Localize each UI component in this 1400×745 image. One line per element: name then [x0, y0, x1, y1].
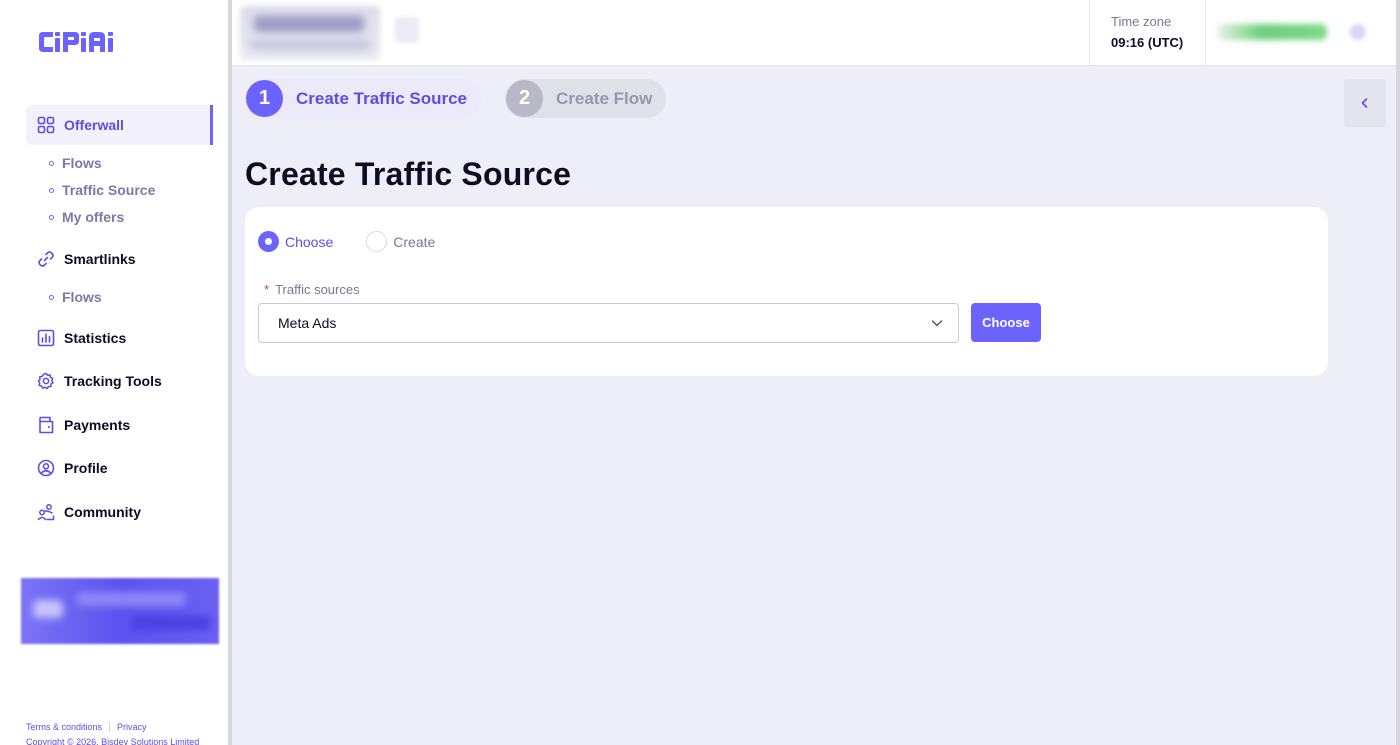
copyright: Copyright © 2026. Bisdev Solutions Limit… — [26, 737, 200, 745]
step-label: Create Traffic Source — [296, 88, 468, 108]
bullet-icon — [49, 294, 54, 300]
divider — [109, 722, 111, 732]
select-value: Meta Ads — [278, 315, 337, 331]
timezone-label: Time zone — [1111, 14, 1172, 29]
timezone-box: Time zone 09:16 (UTC) — [1089, 0, 1206, 66]
sidebar-subitem-label: Flows — [62, 289, 102, 305]
sidebar-item-label: Profile — [64, 460, 108, 476]
sidebar-item-profile[interactable]: Profile — [26, 448, 213, 488]
sidebar-subitem-traffic-source[interactable]: Traffic Source — [49, 182, 155, 198]
sidebar-item-label: Tracking Tools — [64, 373, 162, 389]
sidebar-item-label: Community — [64, 504, 141, 520]
bullet-icon — [49, 160, 54, 166]
sidebar-subitem-my-offers[interactable]: My offers — [49, 209, 124, 225]
traffic-source-card: Choose Create * Traffic sources Meta Ads… — [245, 207, 1328, 376]
copy-icon[interactable] — [395, 17, 419, 43]
radio-label: Create — [393, 233, 436, 250]
logo[interactable] — [37, 30, 125, 54]
sidebar-subitem-label: My offers — [62, 209, 125, 225]
sidebar-item-payments[interactable]: Payments — [26, 405, 213, 445]
account-info-blurred[interactable] — [240, 6, 380, 60]
topbar: Time zone 09:16 (UTC) — [232, 0, 1400, 66]
community-icon — [37, 503, 55, 521]
sidebar: Offerwall Flows Traffic Source My offers… — [0, 0, 228, 745]
footer-links: Terms & conditions Privacy — [26, 722, 147, 732]
radio-circle — [366, 231, 388, 252]
timezone-value: 09:16 (UTC) — [1111, 35, 1184, 50]
sidebar-item-offerwall[interactable]: Offerwall — [26, 105, 213, 145]
chevron-left-icon — [1361, 98, 1368, 108]
step-create-flow[interactable]: 2 Create Flow — [505, 79, 667, 118]
balance-blurred[interactable] — [1217, 24, 1327, 40]
chart-icon — [37, 329, 55, 347]
sidebar-item-label: Payments — [64, 417, 131, 433]
promo-banner[interactable] — [21, 578, 219, 644]
sidebar-scrollbar[interactable] — [228, 0, 232, 745]
radio-choose[interactable]: Choose — [258, 231, 333, 252]
terms-link[interactable]: Terms & conditions — [26, 722, 102, 732]
radio-create[interactable]: Create — [366, 231, 435, 252]
sidebar-subitem-label: Traffic Source — [62, 182, 156, 198]
sidebar-item-label: Smartlinks — [64, 251, 136, 267]
bullet-icon — [49, 187, 54, 193]
step-number: 2 — [506, 80, 543, 117]
choose-button[interactable]: Choose — [971, 303, 1041, 342]
privacy-link[interactable]: Privacy — [117, 722, 147, 732]
sidebar-item-community[interactable]: Community — [26, 492, 213, 532]
mode-radio-group: Choose Create — [258, 231, 435, 252]
sidebar-subitem-smartlinks-flows[interactable]: Flows — [49, 289, 102, 305]
sidebar-subitem-offerwall-flows[interactable]: Flows — [49, 155, 102, 171]
sidebar-item-label: Offerwall — [64, 117, 124, 133]
avatar[interactable] — [1350, 24, 1366, 40]
user-icon — [37, 459, 55, 477]
step-number: 1 — [246, 80, 283, 117]
sidebar-subitem-label: Flows — [62, 155, 102, 171]
required-marker: * — [264, 282, 270, 297]
bullet-icon — [49, 214, 54, 220]
traffic-sources-label: * Traffic sources — [264, 282, 360, 297]
gear-icon — [37, 372, 55, 390]
sidebar-item-statistics[interactable]: Statistics — [26, 318, 213, 358]
page-scrollbar[interactable] — [1396, 0, 1400, 745]
sidebar-item-tracking-tools[interactable]: Tracking Tools — [26, 361, 213, 401]
link-icon — [37, 250, 55, 268]
chevron-down-icon — [931, 320, 943, 327]
field-label-text: Traffic sources — [275, 282, 360, 297]
page-title: Create Traffic Source — [245, 156, 572, 192]
radio-circle — [258, 231, 279, 252]
sidebar-item-smartlinks[interactable]: Smartlinks — [26, 239, 213, 279]
traffic-sources-select[interactable]: Meta Ads — [258, 303, 959, 343]
step-label: Create Flow — [556, 88, 653, 108]
step-create-traffic-source[interactable]: 1 Create Traffic Source — [245, 79, 482, 118]
wallet-icon — [37, 416, 55, 434]
radio-label: Choose — [285, 233, 334, 250]
sidebar-item-label: Statistics — [64, 330, 127, 346]
collapse-panel-button[interactable] — [1344, 79, 1386, 127]
grid-icon — [37, 116, 55, 134]
